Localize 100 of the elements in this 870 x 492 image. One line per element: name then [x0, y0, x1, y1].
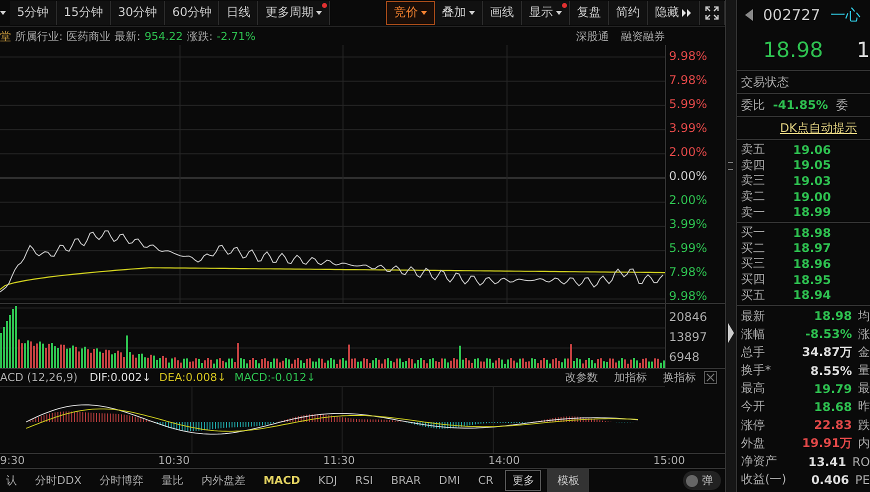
bid-label: 买一 — [741, 224, 765, 242]
price-axis-label: 0.00% — [669, 169, 708, 184]
indicator-action[interactable]: 改参数 — [565, 370, 598, 386]
stat-value: 19.91万 — [801, 434, 852, 452]
stat-label: 今开 — [741, 398, 766, 416]
close-icon[interactable] — [704, 371, 717, 384]
stat-label: 最新 — [741, 308, 766, 325]
stat-value: 0.406 — [810, 472, 850, 487]
indicator-tab[interactable]: 认 — [0, 473, 23, 488]
bid-label: 买二 — [741, 240, 765, 257]
price-axis-label: 3.99% — [669, 217, 708, 232]
time-axis-label: 14:00 — [488, 454, 520, 468]
current-price: 18.98 — [763, 38, 824, 62]
indicator-tab[interactable]: 量比 — [155, 473, 190, 488]
popup-toggle[interactable]: 弹 — [683, 471, 721, 490]
expand-arrow-icon[interactable] — [728, 323, 734, 343]
indicator-tab[interactable]: RSI — [349, 474, 379, 488]
section-title: 交易状态 — [741, 74, 789, 90]
stat-label: 净资产 — [741, 453, 778, 470]
period-button[interactable]: 30分钟 — [110, 0, 166, 25]
dea-value: DEA:0.008↓ — [159, 371, 226, 384]
bid-label: 买四 — [741, 271, 765, 288]
price-axis-label: 2.00% — [669, 193, 708, 208]
time-axis-label: 11:30 — [323, 454, 355, 468]
info-link[interactable]: 融资融券 — [621, 28, 665, 44]
dif-value: DIF:0.002↓ — [90, 371, 152, 384]
caret-icon[interactable] — [0, 10, 6, 15]
stat-value: -8.53% — [804, 327, 852, 342]
volume-axis-label: 6948 — [669, 350, 701, 364]
price-axis-label: 7.98% — [669, 73, 708, 88]
bid-price: 18.97 — [793, 241, 831, 256]
time-axis-label: 9:30 — [0, 454, 25, 468]
stat-value: 8.55% — [809, 364, 852, 378]
bid-price: 18.95 — [793, 272, 831, 287]
indicator-tab[interactable]: 分时DDX — [29, 473, 88, 488]
dk-link[interactable]: DK点自动提示 — [780, 120, 858, 136]
toolbar-button[interactable]: 简约 — [609, 0, 648, 25]
ask-label: 卖二 — [741, 188, 765, 206]
indicator-tab[interactable]: CR — [472, 474, 500, 488]
macd-value: MACD:-0.012↓ — [234, 371, 316, 384]
period-button[interactable]: 更多周期 — [258, 0, 330, 25]
drag-handle-icon[interactable] — [728, 162, 733, 170]
stat-value: 19.79 — [813, 382, 852, 396]
toolbar-button[interactable]: 叠加 — [435, 0, 483, 25]
ask-label: 卖五 — [741, 141, 765, 158]
stat-value: 34.87万 — [801, 344, 852, 361]
bid-label: 买三 — [741, 255, 765, 272]
indicator-tab[interactable]: DMI — [432, 474, 466, 488]
volume-axis-label: 20846 — [669, 310, 708, 324]
order-ratio-label: 委比 — [741, 96, 765, 114]
order-ratio-value: -41.85% — [773, 98, 828, 112]
bid-price: 18.94 — [793, 288, 831, 302]
ask-label: 卖四 — [741, 156, 765, 174]
indicator-tab[interactable]: KDJ — [312, 474, 344, 488]
volume-axis-label: 13897 — [669, 330, 708, 344]
stat-label: 金 — [858, 344, 870, 361]
fullscreen-icon — [705, 6, 719, 20]
order-diff-label: 委 — [836, 96, 848, 114]
indicator-action[interactable]: 换指标 — [663, 370, 696, 386]
price-axis-label: 7.98% — [669, 265, 708, 280]
indicator-tab[interactable]: MACD — [257, 474, 306, 488]
stat-label: 最 — [858, 380, 870, 398]
fullscreen-button[interactable] — [700, 0, 725, 25]
back-arrow-icon[interactable] — [745, 9, 753, 21]
indicator-action[interactable]: 加指标 — [614, 370, 647, 386]
stat-value: 18.98 — [813, 309, 852, 324]
stat-label: 昨 — [858, 398, 870, 416]
bid-price: 18.96 — [793, 256, 831, 271]
more-button[interactable]: 更多 — [505, 470, 542, 492]
bid-label: 买五 — [741, 286, 765, 304]
toolbar-button[interactable]: 隐藏 — [648, 0, 700, 25]
period-button[interactable]: 60分钟 — [165, 0, 220, 25]
period-button[interactable]: 日线 — [219, 0, 258, 25]
period-button[interactable]: 5分钟 — [10, 0, 57, 25]
info-link[interactable]: 深股通 — [576, 28, 609, 44]
indicator-tab[interactable]: 分时博弈 — [93, 473, 150, 488]
stock-name: 堂 — [0, 28, 11, 44]
toolbar-button[interactable]: 显示 — [522, 0, 570, 25]
change-value: -2.71% — [216, 30, 256, 43]
stat-label: RO — [852, 454, 870, 469]
stat-label: 涨 — [858, 326, 870, 343]
template-button[interactable]: 模板 — [547, 469, 590, 492]
stat-label: 换手* — [741, 362, 772, 380]
toolbar-button[interactable]: 竞价 — [386, 0, 435, 25]
stat-value: 18.68 — [813, 400, 852, 414]
stat-label: 量 — [858, 362, 870, 380]
stat-label: 跌 — [858, 416, 870, 434]
time-axis-label: 15:00 — [653, 454, 685, 468]
indicator-tab[interactable]: BRAR — [384, 474, 427, 488]
toolbar-button[interactable]: 画线 — [483, 0, 522, 25]
stat-value: 22.83 — [813, 418, 852, 432]
stat-label: 最高 — [741, 380, 766, 398]
industry-value: 医药商业 — [66, 28, 111, 44]
price-axis-label: 3.99% — [669, 121, 708, 136]
ask-price: 19.06 — [793, 142, 831, 157]
latest-label: 最新: — [114, 28, 140, 44]
indicator-tab[interactable]: 内外盘差 — [195, 473, 252, 488]
toolbar-button[interactable]: 复盘 — [570, 0, 609, 25]
latest-value: 954.22 — [144, 30, 183, 43]
period-button[interactable]: 15分钟 — [56, 0, 111, 25]
